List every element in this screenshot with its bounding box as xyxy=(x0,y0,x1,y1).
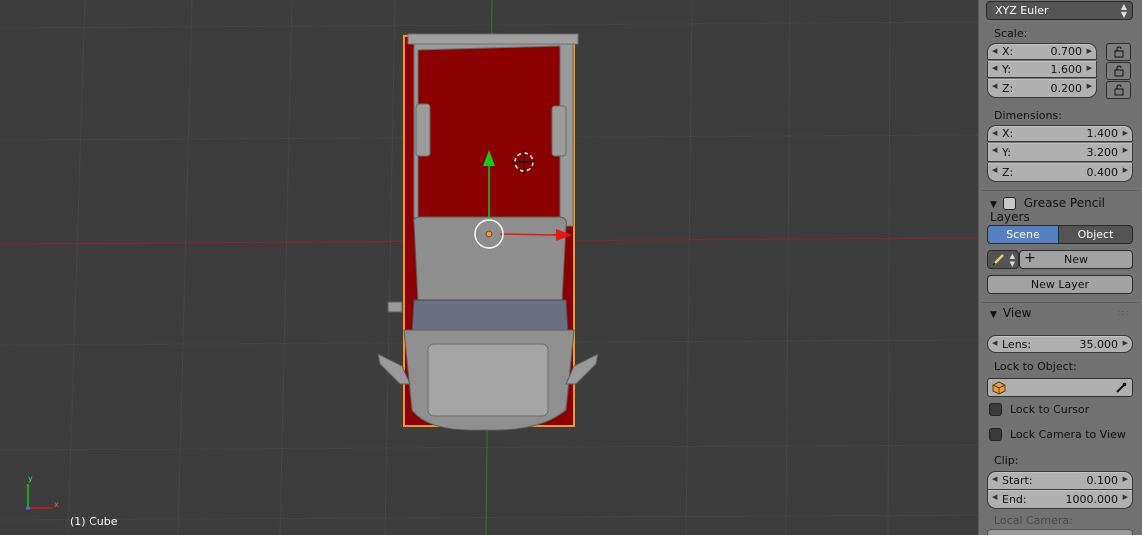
view-panel-title: View xyxy=(1002,306,1032,320)
grease-pencil-selector[interactable]: ▲ ▼ xyxy=(987,250,1019,269)
decrement-icon[interactable]: ◀ xyxy=(992,146,997,154)
viewport-canvas[interactable] xyxy=(0,0,978,535)
gizmo-y-label: y xyxy=(28,474,33,483)
increment-icon[interactable]: ▶ xyxy=(1123,129,1128,137)
scale-label: Scale: xyxy=(994,27,1028,40)
increment-icon[interactable]: ▶ xyxy=(1123,146,1128,154)
increment-icon[interactable]: ▶ xyxy=(1123,493,1128,501)
scale-z-field[interactable]: ◀ Z: 0.200 ▶ xyxy=(987,79,1097,98)
new-grease-pencil-button[interactable]: + New xyxy=(1019,250,1133,269)
dimensions-y-field[interactable]: ◀ Y: 3.200 ▶ xyxy=(987,143,1133,162)
pencil-icon xyxy=(992,254,1004,266)
lock-to-cursor-row[interactable]: Lock to Cursor xyxy=(989,403,1089,416)
padlock-icon xyxy=(1114,65,1123,77)
increment-icon[interactable]: ▶ xyxy=(1123,475,1128,483)
panel-divider xyxy=(982,190,1138,191)
lock-to-object-label: Lock to Object: xyxy=(994,360,1077,373)
lens-field[interactable]: ◀ Lens: 35.000 ▶ xyxy=(987,335,1133,353)
gizmo-x-label: x xyxy=(54,500,59,509)
panel-divider xyxy=(982,302,1138,303)
decrement-icon[interactable]: ◀ xyxy=(992,339,997,347)
updown-arrows-icon: ▲ ▼ xyxy=(1120,2,1127,19)
decrement-icon[interactable]: ◀ xyxy=(992,166,997,174)
lock-to-cursor-checkbox[interactable] xyxy=(989,403,1002,416)
decrement-icon[interactable]: ◀ xyxy=(992,47,997,55)
drag-handle-icon[interactable]: ∷∷ xyxy=(1118,309,1128,318)
decrement-icon[interactable]: ◀ xyxy=(992,64,997,72)
rotation-mode-value: XYZ Euler xyxy=(995,4,1049,17)
dimensions-label: Dimensions: xyxy=(994,109,1062,122)
dimensions-x-field[interactable]: ◀ X: 1.400 ▶ xyxy=(987,125,1133,142)
local-camera-label: Local Camera: xyxy=(994,514,1073,527)
increment-icon[interactable]: ▶ xyxy=(1123,166,1128,174)
grease-pencil-layers-header[interactable]: ▼ Grease Pencil Layers xyxy=(990,196,1142,224)
clip-end-field[interactable]: ◀ End: 1000.000 ▶ xyxy=(987,490,1133,509)
lock-to-object-field[interactable] xyxy=(987,378,1133,397)
rotation-mode-dropdown[interactable]: XYZ Euler ▲ ▼ xyxy=(986,1,1133,20)
grease-pencil-checkbox[interactable] xyxy=(1002,197,1016,210)
decrement-icon[interactable]: ◀ xyxy=(992,475,997,483)
eyedropper-icon[interactable] xyxy=(1115,382,1127,394)
lock-scale-y-button[interactable] xyxy=(1106,62,1131,80)
object-cube-icon xyxy=(992,381,1006,395)
axis-gizmo xyxy=(26,484,52,510)
plus-icon: + xyxy=(1024,250,1036,266)
dimensions-z-field[interactable]: ◀ Z: 0.400 ▶ xyxy=(987,163,1133,182)
lock-camera-to-view-row[interactable]: Lock Camera to View xyxy=(989,428,1126,441)
3d-viewport[interactable]: y x (1) Cube xyxy=(0,0,978,535)
decrement-icon[interactable]: ◀ xyxy=(992,82,997,90)
padlock-icon xyxy=(1114,84,1123,96)
collapse-triangle-icon[interactable]: ▼ xyxy=(990,200,997,210)
local-camera-field[interactable] xyxy=(987,529,1133,535)
clip-label: Clip: xyxy=(994,454,1019,467)
increment-icon[interactable]: ▶ xyxy=(1087,64,1092,72)
lock-scale-z-button[interactable] xyxy=(1106,81,1131,99)
lock-camera-to-view-checkbox[interactable] xyxy=(989,428,1002,441)
decrement-icon[interactable]: ◀ xyxy=(992,493,997,501)
collapse-triangle-icon[interactable]: ▼ xyxy=(990,310,997,320)
updown-arrows-icon: ▲ ▼ xyxy=(1009,252,1015,268)
tab-object[interactable]: Object xyxy=(1058,225,1133,244)
lock-scale-x-button[interactable] xyxy=(1106,43,1131,61)
tab-scene[interactable]: Scene xyxy=(987,225,1059,244)
padlock-icon xyxy=(1114,46,1123,58)
increment-icon[interactable]: ▶ xyxy=(1123,339,1128,347)
view-panel-header[interactable]: ▼ View xyxy=(990,306,1031,320)
decrement-icon[interactable]: ◀ xyxy=(992,129,997,137)
clip-start-field[interactable]: ◀ Start: 0.100 ▶ xyxy=(987,471,1133,490)
new-layer-button[interactable]: New Layer xyxy=(987,275,1133,294)
scale-x-field[interactable]: ◀ X: 0.700 ▶ xyxy=(987,43,1097,60)
increment-icon[interactable]: ▶ xyxy=(1087,82,1092,90)
active-object-label: (1) Cube xyxy=(70,515,118,528)
scale-y-field[interactable]: ◀ Y: 1.600 ▶ xyxy=(987,61,1097,78)
increment-icon[interactable]: ▶ xyxy=(1087,47,1092,55)
